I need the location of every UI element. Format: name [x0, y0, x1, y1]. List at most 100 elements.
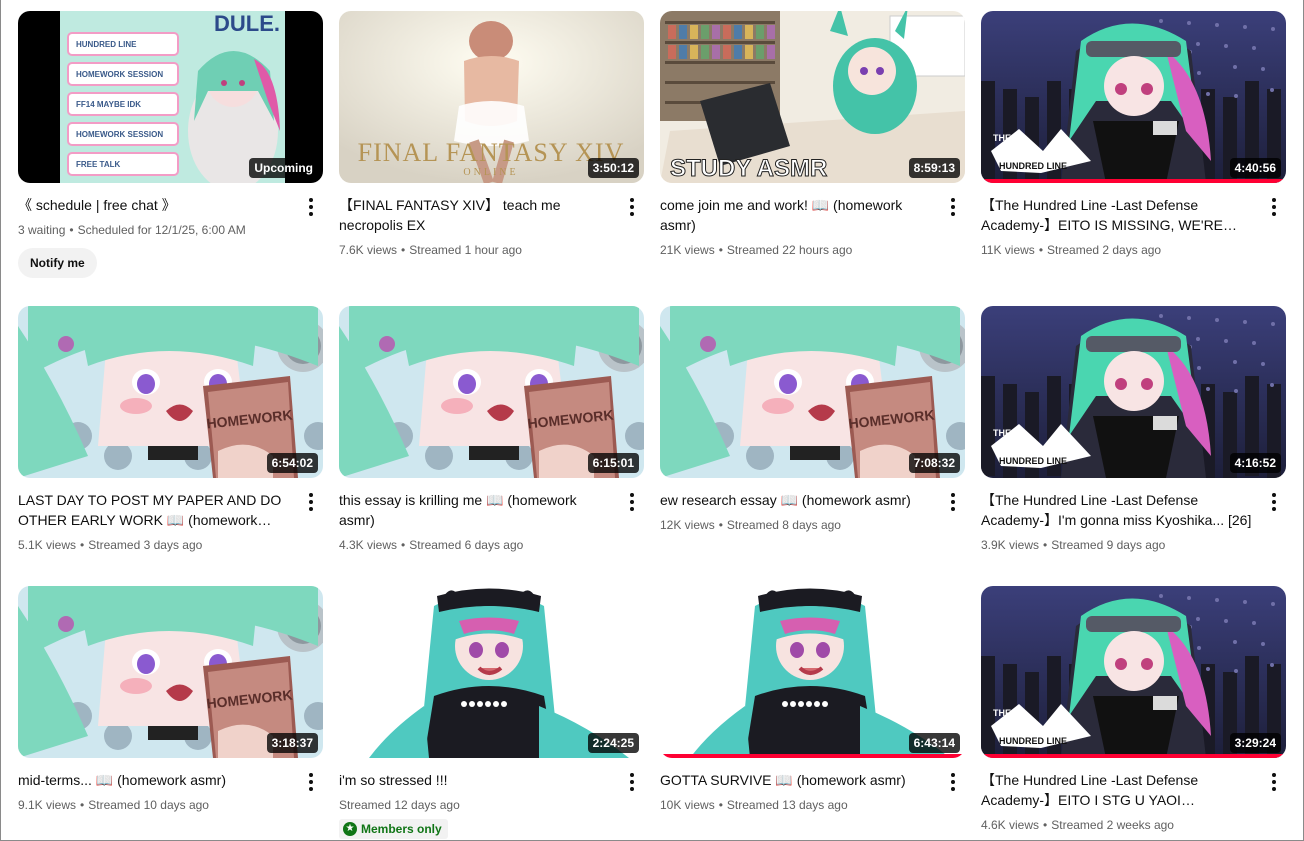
- more-options-icon[interactable]: [620, 195, 644, 219]
- duration-badge: 6:15:01: [587, 453, 639, 473]
- svg-text:HUNDRED LINE: HUNDRED LINE: [999, 161, 1067, 171]
- video-thumbnail[interactable]: 2:24:25: [339, 586, 644, 758]
- video-title[interactable]: 【The Hundred Line -Last Defense Academy-…: [981, 195, 1256, 235]
- video-card[interactable]: 6:43:14 GOTTA SURVIVE 📖 (homework asmr) 10…: [660, 586, 965, 815]
- video-card[interactable]: HOMEWORK 7:08:32 ew research essay 📖 (hom…: [660, 306, 965, 535]
- video-card[interactable]: 2:24:25 i'm so stressed !!! Streamed 12 da…: [339, 586, 644, 839]
- duration-badge: 3:50:12: [587, 158, 639, 178]
- svg-text:STUDY ASMR: STUDY ASMR: [670, 155, 827, 182]
- video-card[interactable]: HOMEWORK 3:18:37 mid-terms... 📖 (homework…: [18, 586, 323, 815]
- video-title[interactable]: come join me and work! 📖 (homework asmr): [660, 195, 935, 235]
- more-options-icon[interactable]: [1262, 490, 1286, 514]
- stream-date: Streamed 12 days ago: [339, 798, 460, 812]
- video-title[interactable]: 【The Hundred Line -Last Defense Academy-…: [981, 770, 1256, 810]
- video-thumbnail[interactable]: HOMEWORK 6:15:01: [339, 306, 644, 478]
- video-meta: this essay is krilling me 📖 (homework as…: [339, 478, 644, 555]
- star-icon: ★: [343, 822, 357, 836]
- separator-dot: •: [69, 223, 74, 237]
- video-meta: come join me and work! 📖 (homework asmr)…: [660, 183, 965, 260]
- video-title[interactable]: mid-terms... 📖 (homework asmr): [18, 770, 293, 790]
- video-meta: 《 schedule | free chat 》 3 waiting • Schedu…: [18, 183, 323, 278]
- view-count: 21K views: [660, 243, 715, 257]
- stream-date: Streamed 13 days ago: [726, 798, 848, 812]
- notify-me-button[interactable]: Notify me: [18, 248, 97, 278]
- more-options-icon[interactable]: [620, 490, 644, 514]
- separator-dot: •: [718, 798, 723, 812]
- duration-badge: 6:43:14: [908, 733, 960, 753]
- video-meta: ew research essay 📖 (homework asmr) 12K v…: [660, 478, 965, 535]
- more-options-icon[interactable]: [1262, 195, 1286, 219]
- svg-text:HUNDRED LINE: HUNDRED LINE: [999, 456, 1067, 466]
- more-options-icon[interactable]: [941, 195, 965, 219]
- view-count: 11K views: [981, 243, 1035, 257]
- stream-date: Streamed 10 days ago: [88, 798, 209, 812]
- video-stats: 11K views • Streamed 2 days ago: [981, 240, 1256, 260]
- stream-date: Streamed 22 hours ago: [726, 243, 853, 257]
- video-thumbnail[interactable]: 6:43:14: [660, 586, 965, 758]
- video-meta: 【FINAL FANTASY XIV】 teach me necropolis …: [339, 183, 644, 260]
- video-card[interactable]: HOMEWORK 6:54:02 LAST DAY TO POST MY PAPE…: [18, 306, 323, 555]
- video-thumbnail[interactable]: HOMEWORK 6:54:02: [18, 306, 323, 478]
- video-thumbnail[interactable]: THE HUNDRED LINE 4:40:56: [981, 11, 1286, 183]
- video-card[interactable]: DULE. HUNDRED LINE HOMEWORK SESSION FF14…: [18, 11, 323, 278]
- more-options-icon[interactable]: [620, 770, 644, 794]
- video-stats: 3 waiting • Scheduled for 12/1/25, 6:00 AM: [18, 220, 293, 240]
- more-options-icon[interactable]: [299, 490, 323, 514]
- video-card[interactable]: FINAL FANTASY XIV ONLINE 3:50:12 【FINAL F…: [339, 11, 644, 260]
- video-title[interactable]: LAST DAY TO POST MY PAPER AND DO OTHER E…: [18, 490, 293, 530]
- more-options-icon[interactable]: [299, 770, 323, 794]
- video-thumbnail[interactable]: FINAL FANTASY XIV ONLINE 3:50:12: [339, 11, 644, 183]
- video-title[interactable]: i'm so stressed !!!: [339, 770, 614, 790]
- video-thumbnail[interactable]: THE HUNDRED LINE 4:16:52: [981, 306, 1286, 478]
- video-stats: 10K views • Streamed 13 days ago: [660, 795, 935, 815]
- more-options-icon[interactable]: [941, 490, 965, 514]
- video-title[interactable]: GOTTA SURVIVE 📖 (homework asmr): [660, 770, 935, 790]
- svg-text:HOMEWORK SESSION: HOMEWORK SESSION: [76, 130, 163, 139]
- svg-text:THE: THE: [993, 708, 1011, 718]
- more-options-icon[interactable]: [299, 195, 323, 219]
- view-count: 4.6K views: [981, 818, 1040, 832]
- video-title[interactable]: 《 schedule | free chat 》: [18, 195, 293, 215]
- video-title[interactable]: 【The Hundred Line -Last Defense Academy-…: [981, 490, 1256, 530]
- duration-badge: 3:18:37: [266, 733, 318, 753]
- video-title[interactable]: 【FINAL FANTASY XIV】 teach me necropolis …: [339, 195, 614, 235]
- video-card[interactable]: THE HUNDRED LINE 3:29:24 【The Hundred Lin…: [981, 586, 1286, 835]
- video-card[interactable]: THE HUNDRED LINE 4:40:56 【The Hundred Lin…: [981, 11, 1286, 260]
- video-meta: LAST DAY TO POST MY PAPER AND DO OTHER E…: [18, 478, 323, 555]
- svg-text:HUNDRED LINE: HUNDRED LINE: [76, 40, 137, 49]
- duration-badge: 7:08:32: [908, 453, 960, 473]
- video-stats: 21K views • Streamed 22 hours ago: [660, 240, 935, 260]
- video-card[interactable]: THE HUNDRED LINE 4:16:52 【The Hundred Lin…: [981, 306, 1286, 555]
- video-stats: 4.3K views • Streamed 6 days ago: [339, 535, 614, 555]
- video-thumbnail[interactable]: STUDY ASMR 8:59:13: [660, 11, 965, 183]
- video-title[interactable]: this essay is krilling me 📖 (homework as…: [339, 490, 614, 530]
- video-meta: i'm so stressed !!! Streamed 12 days ago ★…: [339, 758, 644, 839]
- video-thumbnail[interactable]: HOMEWORK 3:18:37: [18, 586, 323, 758]
- duration-badge: 4:40:56: [1229, 158, 1281, 178]
- members-only-label: Members only: [361, 822, 442, 836]
- separator-dot: •: [1043, 818, 1048, 832]
- video-thumbnail[interactable]: THE HUNDRED LINE 3:29:24: [981, 586, 1286, 758]
- svg-text:DULE.: DULE.: [214, 11, 280, 36]
- svg-text:FREE TALK: FREE TALK: [76, 160, 121, 169]
- video-card[interactable]: HOMEWORK 6:15:01 this essay is krilling m…: [339, 306, 644, 555]
- video-thumbnail[interactable]: HOMEWORK 7:08:32: [660, 306, 965, 478]
- svg-text:FF14 MAYBE IDK: FF14 MAYBE IDK: [76, 100, 141, 109]
- more-options-icon[interactable]: [941, 770, 965, 794]
- view-count: 9.1K views: [18, 798, 77, 812]
- view-count: 10K views: [660, 798, 715, 812]
- stream-date: Streamed 2 weeks ago: [1051, 818, 1174, 832]
- video-stats: Streamed 12 days ago: [339, 795, 614, 815]
- duration-badge: 6:54:02: [266, 453, 318, 473]
- video-title[interactable]: ew research essay 📖 (homework asmr): [660, 490, 935, 510]
- video-meta: 【The Hundred Line -Last Defense Academy-…: [981, 183, 1286, 260]
- separator-dot: •: [80, 538, 85, 552]
- duration-badge: 8:59:13: [908, 158, 960, 178]
- video-card[interactable]: STUDY ASMR 8:59:13 come join me and work!…: [660, 11, 965, 260]
- video-thumbnail[interactable]: DULE. HUNDRED LINE HOMEWORK SESSION FF14…: [18, 11, 323, 183]
- video-meta: mid-terms... 📖 (homework asmr) 9.1K views…: [18, 758, 323, 815]
- duration-badge: 3:29:24: [1229, 733, 1281, 753]
- view-count: 12K views: [660, 518, 715, 532]
- separator-dot: •: [1038, 243, 1044, 257]
- more-options-icon[interactable]: [1262, 770, 1286, 794]
